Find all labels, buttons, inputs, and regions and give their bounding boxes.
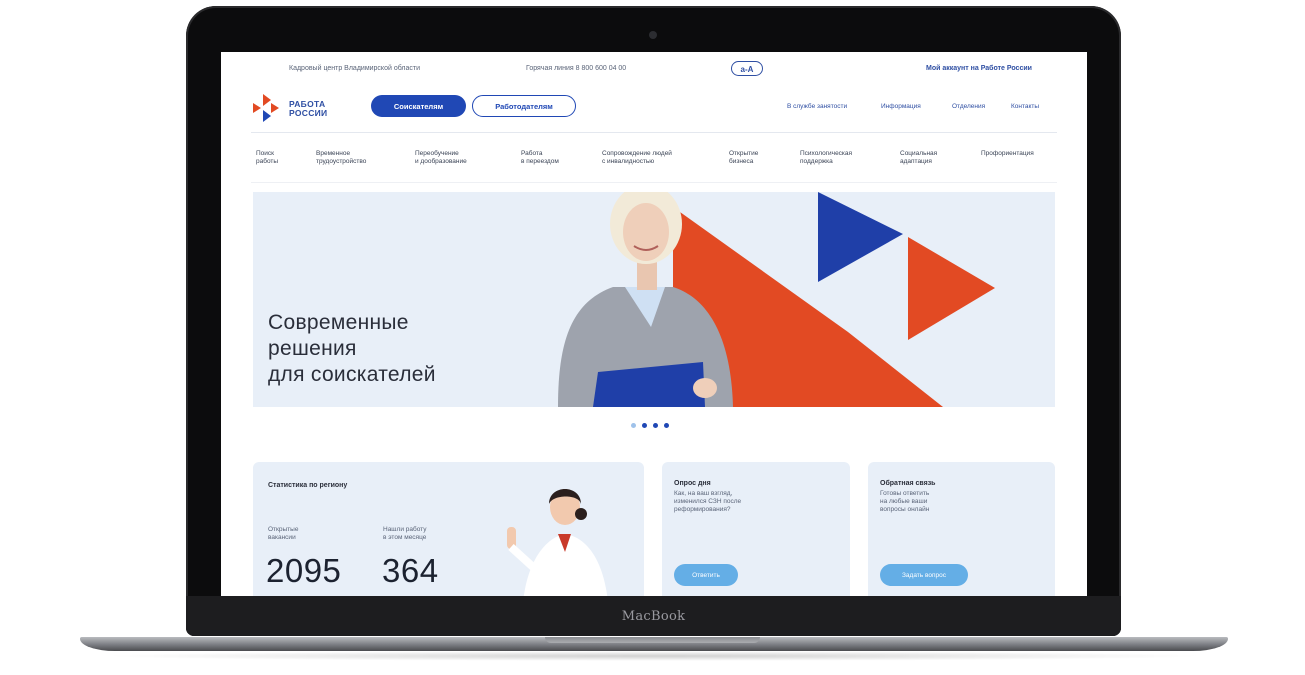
poll-card: Опрос дня Как, на ваш взгляд, изменился …: [662, 462, 850, 596]
menu-item-psychological-support[interactable]: Психологическая поддержка: [800, 150, 852, 166]
vacancies-value: 2095: [266, 552, 342, 589]
center-name[interactable]: Кадровый центр Владимирской области: [289, 65, 420, 72]
slider-dot-3[interactable]: [653, 423, 658, 428]
site-header: РАБОТА РОССИИ Соискателям Работодателям …: [221, 86, 1087, 128]
menu-item-business[interactable]: Открытие бизнеса: [729, 150, 758, 166]
slider-dot-1[interactable]: [631, 423, 636, 428]
hotline-text[interactable]: Горячая линия 8 800 600 04 00: [526, 65, 626, 72]
top-info-bar: Кадровый центр Владимирской области Горя…: [221, 52, 1087, 86]
vacancies-label: Открытые вакансии: [268, 526, 299, 541]
header-link-contacts[interactable]: Контакты: [1011, 103, 1039, 110]
stats-card: Статистика по региону Открытые вакансии …: [253, 462, 644, 596]
employers-button[interactable]: Работодателям: [472, 95, 576, 117]
laptop-shadow: [100, 651, 1208, 661]
website-screen: Кадровый центр Владимирской области Горя…: [221, 52, 1087, 596]
slider-dot-4[interactable]: [664, 423, 669, 428]
hero-blue-triangle: [818, 192, 903, 282]
menu-item-relocation[interactable]: Работа в переездом: [521, 150, 559, 166]
feedback-text: Готовы ответить на любые ваши вопросы он…: [880, 490, 930, 513]
menu-divider: [251, 182, 1057, 183]
menu-item-career-guidance[interactable]: Профориентация: [981, 150, 1034, 158]
menu-item-disability-support[interactable]: Сопровождение людей с инвалидностью: [602, 150, 672, 166]
main-menu: Поиск работы Временное трудоустройство П…: [221, 150, 1087, 176]
found-job-value: 364: [382, 552, 439, 589]
laptop-brand-label: MacBook: [621, 608, 686, 624]
woman-hand: [693, 378, 717, 398]
found-job-label: Нашли работу в этом месяце: [383, 526, 427, 541]
laptop-bezel: MacBook: [186, 596, 1121, 636]
site-logo[interactable]: РАБОТА РОССИИ: [251, 92, 351, 124]
header-link-employment-service[interactable]: В службе занятости: [787, 103, 847, 110]
header-link-offices[interactable]: Отделения: [952, 103, 985, 110]
header-link-information[interactable]: Информация: [881, 103, 921, 110]
seekers-button[interactable]: Соискателям: [371, 95, 466, 117]
woman-neck: [637, 262, 657, 290]
woman-face: [623, 203, 669, 261]
hero-banner[interactable]: Современные решения для соискателей: [253, 192, 1055, 407]
feedback-card: Обратная связь Готовы ответить на любые …: [868, 462, 1055, 596]
account-link[interactable]: Мой аккаунт на Работе России: [926, 65, 1032, 72]
slider-dot-2[interactable]: [642, 423, 647, 428]
menu-item-social-adaptation[interactable]: Социальная адаптация: [900, 150, 937, 166]
consultant-illustration: [507, 489, 608, 596]
laptop-opening-notch: [545, 637, 760, 643]
poll-answer-button[interactable]: Ответить: [674, 564, 738, 586]
hero-red-triangle: [908, 237, 995, 340]
poll-title: Опрос дня: [674, 480, 711, 487]
camera-icon: [649, 31, 657, 39]
menu-item-retraining[interactable]: Переобучение и дообразование: [415, 150, 467, 166]
poll-text: Как, на ваш взгляд, изменился СЗН после …: [674, 490, 742, 513]
menu-item-temporary-employment[interactable]: Временное трудоустройство: [316, 150, 366, 166]
ask-question-button[interactable]: Задать вопрос: [880, 564, 968, 586]
feedback-title: Обратная связь: [880, 480, 936, 487]
header-divider: [251, 132, 1057, 133]
font-size-toggle[interactable]: a-A: [731, 61, 763, 76]
logo-text: РАБОТА РОССИИ: [289, 99, 328, 118]
hero-title: Современные решения для соискателей: [268, 311, 436, 386]
stats-title: Статистика по региону: [268, 482, 348, 489]
logo-mark-icon: [253, 94, 279, 122]
menu-item-job-search[interactable]: Поиск работы: [256, 150, 278, 166]
